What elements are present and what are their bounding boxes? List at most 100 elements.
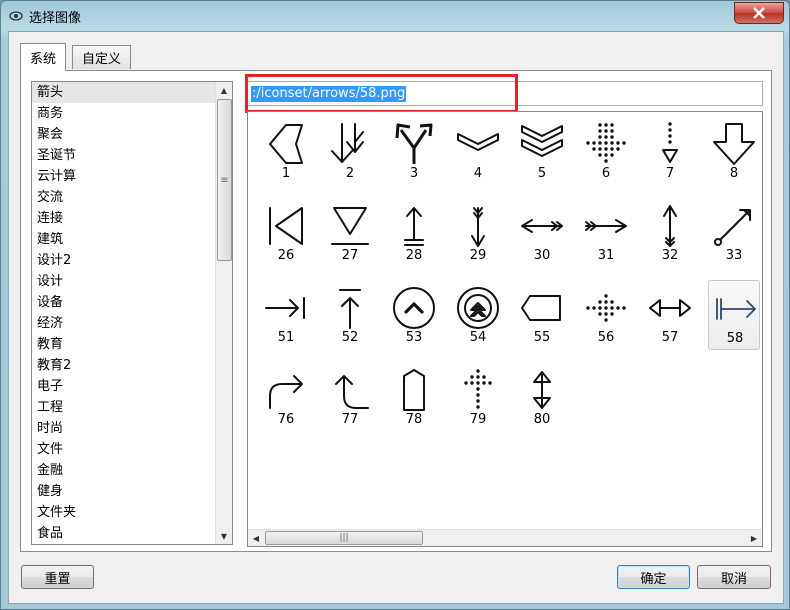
dotted-up-arrow-icon — [464, 369, 492, 409]
icon-cell[interactable]: 31 — [580, 198, 632, 268]
category-item[interactable]: 工程 — [32, 397, 232, 418]
icon-label: 54 — [469, 330, 487, 345]
category-item[interactable]: 云计算 — [32, 166, 232, 187]
icon-cell[interactable]: 77 — [324, 362, 376, 432]
icon-cell[interactable]: 30 — [516, 198, 568, 268]
close-button[interactable] — [734, 2, 784, 24]
icon-grid[interactable]: 1 2 3 4 5 6 7 8 26 27 28 29 30 31 32 33 51 52 53 54 55 56 57 58… — [247, 111, 763, 547]
icon-label: 4 — [473, 166, 483, 181]
category-item[interactable]: 教育2 — [32, 355, 232, 376]
tab-panel: 箭头 商务 聚会 圣诞节 云计算 交流 连接 建筑 设计2 设计 设备 经济 教育 教育2 电子 工程 时尚 文件… — [20, 70, 772, 552]
icon-label: 29 — [469, 248, 487, 263]
icon-label: 55 — [533, 330, 551, 345]
icon-cell[interactable]: 56 — [580, 280, 632, 350]
category-list[interactable]: 箭头 商务 聚会 圣诞节 云计算 交流 连接 建筑 设计2 设计 设备 经济 教育 教育2 电子 工程 时尚 文件… — [31, 81, 233, 545]
icon-label: 8 — [729, 166, 739, 181]
reset-button[interactable]: 重置 — [21, 565, 94, 589]
up-arrow-bar-icon — [404, 207, 424, 246]
arrow-feather-down-icon — [471, 207, 485, 247]
icon-cell[interactable]: 26 — [260, 198, 312, 268]
category-item[interactable]: 聚会 — [32, 124, 232, 145]
category-item[interactable]: 健身 — [32, 481, 232, 502]
icon-cell[interactable]: 1 — [260, 116, 312, 186]
icon-label: 51 — [277, 330, 295, 345]
dialog-window: 选择图像 系统 自定义 箭头 商务 聚会 圣诞节 云计算 交流 连接 建筑 设计2 设计 设备 经济教… — [0, 0, 790, 610]
scrollbar-thumb[interactable]: ≡ — [217, 99, 232, 261]
cancel-button[interactable]: 取消 — [697, 565, 771, 589]
icon-cell[interactable]: 52 — [324, 280, 376, 350]
double-chevron-down-icon — [521, 125, 563, 157]
category-item[interactable]: 文件 — [32, 439, 232, 460]
category-item[interactable]: 电子 — [32, 376, 232, 397]
category-item[interactable]: 金融 — [32, 460, 232, 481]
category-item[interactable]: 设计 — [32, 271, 232, 292]
dotted-down-arrow-icon — [586, 123, 626, 163]
scrollbar-thumb[interactable]: ||| — [265, 531, 423, 545]
icon-label: 57 — [661, 330, 679, 345]
icon-cell[interactable]: 4 — [452, 116, 504, 186]
category-item[interactable]: 时尚 — [32, 418, 232, 439]
category-item[interactable]: 连接 — [32, 208, 232, 229]
window-title: 选择图像 — [29, 11, 82, 26]
icon-cell[interactable]: 5 — [516, 116, 568, 186]
double-down-arrow-icon — [331, 123, 364, 163]
icon-cell[interactable]: 6 — [580, 116, 632, 186]
ok-button[interactable]: 确定 — [617, 565, 690, 589]
icon-grid-scrollbar[interactable]: ◀ ||| ▶ — [248, 529, 762, 546]
icon-cell[interactable]: 55 — [516, 280, 568, 350]
icon-label: 3 — [409, 166, 419, 181]
category-item[interactable]: 食品 — [32, 523, 232, 544]
icon-label: 33 — [725, 248, 743, 263]
icon-cell[interactable]: 53 — [388, 280, 440, 350]
category-item[interactable]: 设计2 — [32, 250, 232, 271]
icon-cell[interactable]: 80 — [516, 362, 568, 432]
category-item[interactable]: 商务 — [32, 103, 232, 124]
icon-cell[interactable]: 8 — [708, 116, 760, 186]
right-arrow-to-bar-icon — [265, 297, 305, 319]
tab-system[interactable]: 系统 — [20, 43, 66, 71]
icon-cell[interactable]: 3 — [388, 116, 440, 186]
arrow-diagonal-circle-icon — [714, 209, 751, 246]
icon-cell[interactable]: 51 — [260, 280, 312, 350]
category-item[interactable]: 教育 — [32, 334, 232, 355]
icon-label: 27 — [341, 248, 359, 263]
icon-cell[interactable]: 78 — [388, 362, 440, 432]
category-item[interactable]: 交流 — [32, 187, 232, 208]
category-item[interactable]: 文件夹 — [32, 502, 232, 523]
category-item[interactable]: 设备 — [32, 292, 232, 313]
arrow-feather-right-icon — [585, 219, 627, 233]
scroll-right-icon[interactable]: ▶ — [746, 530, 762, 546]
curved-up-arrow-icon — [335, 375, 369, 409]
icon-label: 52 — [341, 330, 359, 345]
icon-cell[interactable]: 27 — [324, 198, 376, 268]
icon-cell[interactable]: 7 — [644, 116, 696, 186]
icon-cell[interactable]: 33 — [708, 198, 760, 268]
tag-shape-icon — [521, 295, 561, 321]
icon-label: 58 — [726, 331, 744, 346]
scroll-left-icon[interactable]: ◀ — [248, 530, 264, 546]
icon-label: 79 — [469, 412, 487, 427]
icon-cell[interactable]: 54 — [452, 280, 504, 350]
icon-cell[interactable]: 58 — [708, 280, 760, 350]
scroll-up-icon[interactable]: ▲ — [216, 82, 232, 98]
icon-label: 76 — [277, 412, 295, 427]
category-item[interactable]: 建筑 — [32, 229, 232, 250]
icon-cell[interactable]: 32 — [644, 198, 696, 268]
icon-label: 53 — [405, 330, 423, 345]
tab-custom[interactable]: 自定义 — [72, 45, 131, 69]
category-scrollbar[interactable]: ▲ ≡ ▼ — [215, 82, 232, 544]
title-bar[interactable]: 选择图像 — [1, 1, 789, 31]
scroll-down-icon[interactable]: ▼ — [216, 528, 232, 544]
circle-chevron-up-icon — [393, 287, 435, 329]
icon-cell[interactable]: 57 — [644, 280, 696, 350]
category-item[interactable]: 箭头 — [32, 82, 232, 103]
icon-cell[interactable]: 28 — [388, 198, 440, 268]
icon-cell[interactable]: 2 — [324, 116, 376, 186]
icon-cell[interactable]: 79 — [452, 362, 504, 432]
icon-cell[interactable]: 76 — [260, 362, 312, 432]
category-item[interactable]: 圣诞节 — [32, 145, 232, 166]
icon-cell[interactable]: 29 — [452, 198, 504, 268]
icon-label: 2 — [345, 166, 355, 181]
category-item[interactable]: 经济 — [32, 313, 232, 334]
dotted-line-down-arrow-icon — [662, 122, 678, 163]
